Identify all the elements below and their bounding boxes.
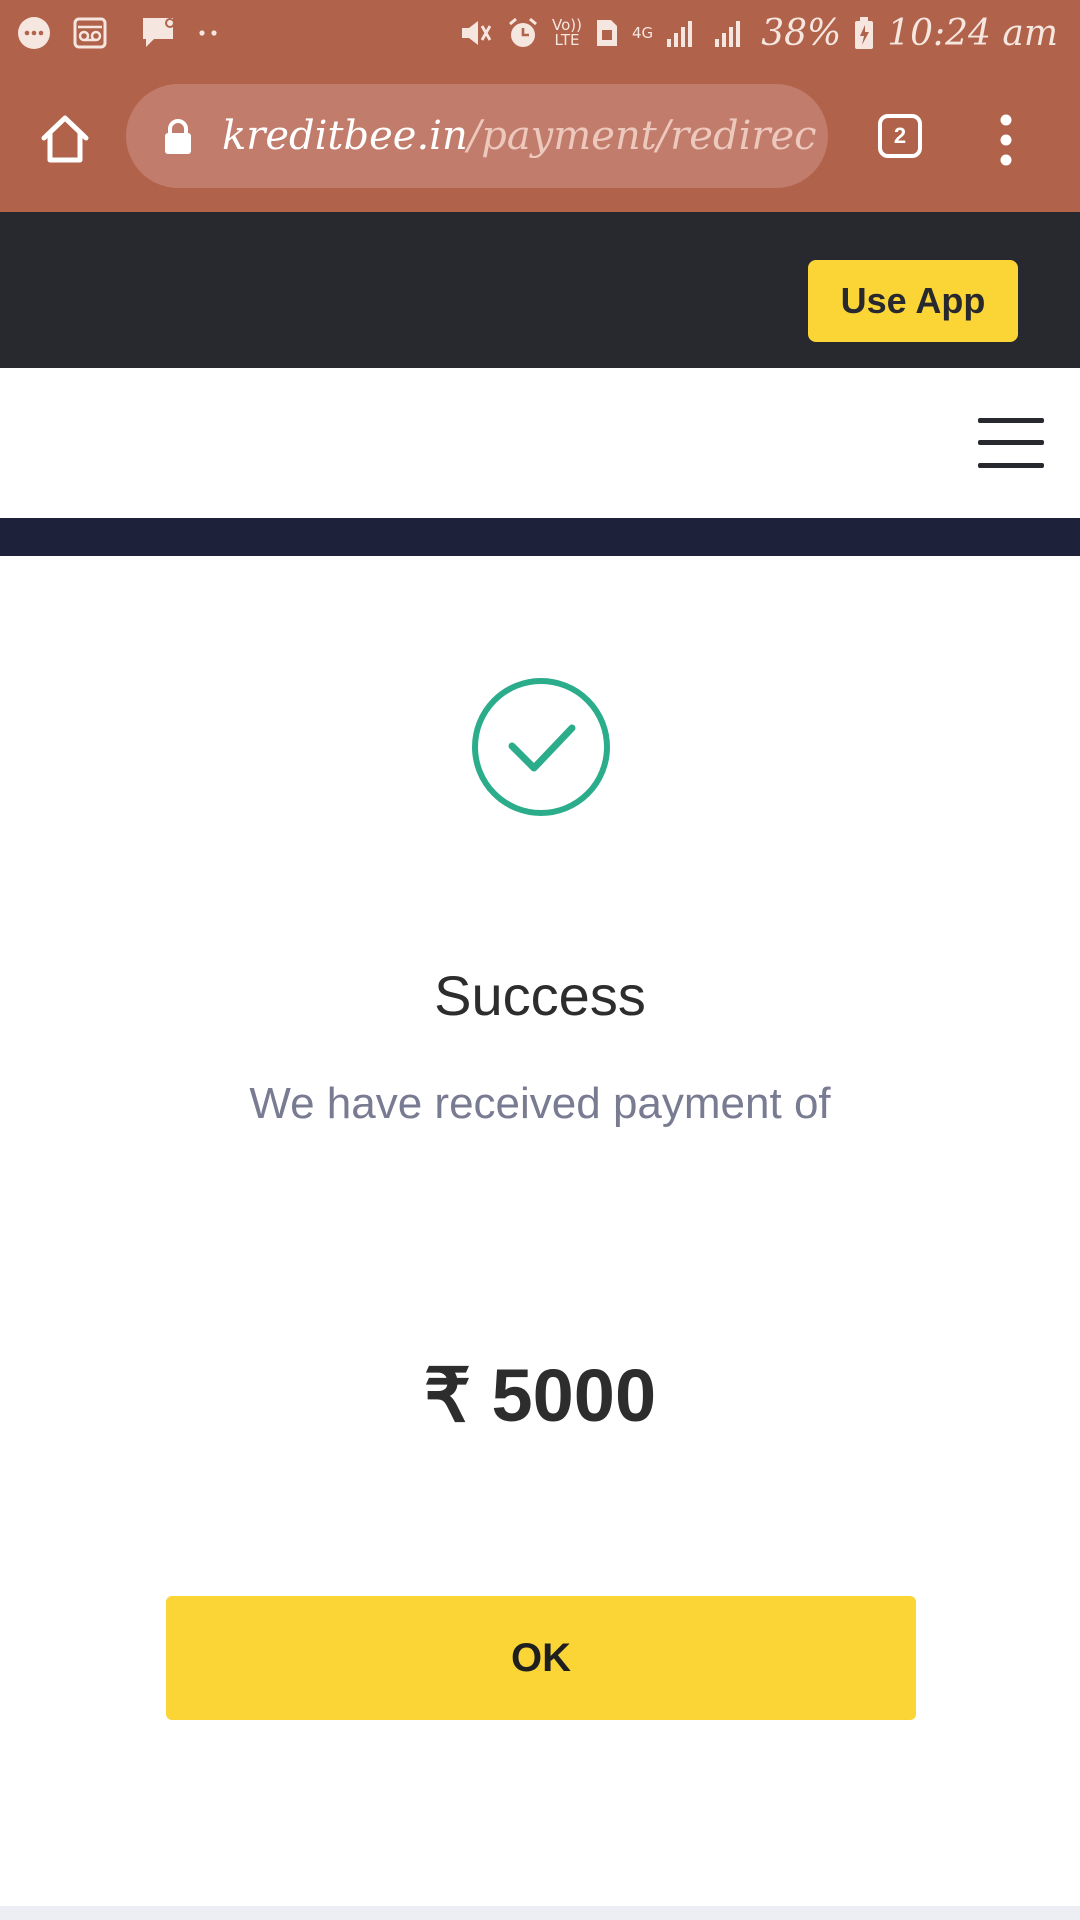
site-header: Use App [0,212,1080,368]
clock-time: 10:24 am [887,12,1058,54]
hamburger-menu-icon[interactable] [978,418,1044,468]
more-vertical-icon [1000,114,1012,166]
url-host: kreditbee.in [222,113,468,159]
address-bar[interactable]: kreditbee.in/payment/redirec [126,84,828,188]
ok-button[interactable]: OK [166,1596,916,1720]
vibrate-mute-icon [458,16,494,50]
lock-icon [162,118,194,156]
battery-charging-icon [853,16,875,50]
home-button[interactable] [38,112,92,166]
bottom-edge [0,1906,1080,1920]
navy-divider [0,518,1080,556]
alarm-icon [506,16,540,50]
status-bar-notifications [16,0,220,66]
message-icon [140,15,178,51]
url-text[interactable]: kreditbee.in/payment/redirec [222,84,817,188]
voicemail-icon [72,16,108,50]
home-icon [41,115,89,163]
site-nav [0,368,1080,518]
payment-message: We have received payment of [249,1079,831,1128]
url-path: /payment/redirec [467,113,817,159]
status-bar-system: Vo)) LTE 4G 38% 10:24 am [458,0,1058,66]
success-check-icon [470,676,612,818]
tab-switcher-button[interactable]: 2 [878,114,922,158]
signal-strength-icon [665,17,701,49]
network-type-label: 4G [632,23,654,42]
browser-menu-button[interactable] [990,112,1022,168]
volte-icon: Vo)) LTE [552,16,583,49]
chat-bubble-icon [16,15,52,51]
use-app-button[interactable]: Use App [808,260,1018,342]
battery-percent: 38% [761,12,842,54]
more-notifications-icon [198,28,220,38]
sim-card-icon [594,17,620,49]
browser-toolbar: kreditbee.in/payment/redirec 2 [0,66,1080,212]
status-bar: Vo)) LTE 4G 38% 10:24 am [0,0,1080,66]
payment-amount: ₹ 5000 [423,1354,657,1437]
success-title: Success [434,964,646,1027]
signal-strength-2-icon [713,17,749,49]
